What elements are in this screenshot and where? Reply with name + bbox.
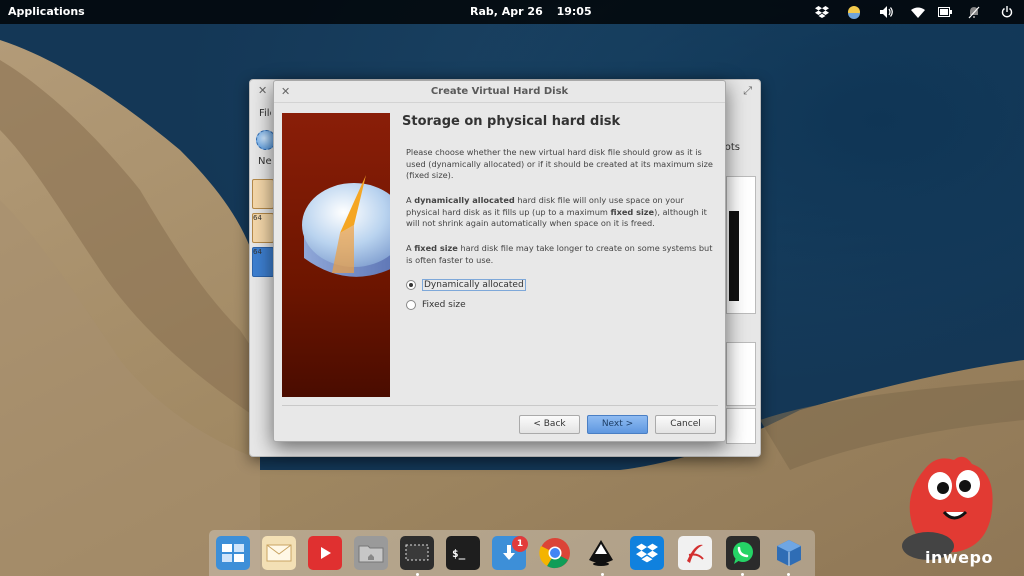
- next-button[interactable]: Next >: [587, 415, 648, 434]
- preview-screen: [729, 211, 739, 301]
- dropbox-icon[interactable]: [630, 536, 664, 570]
- wifi-icon[interactable]: [910, 4, 926, 20]
- battery-icon[interactable]: [937, 4, 953, 20]
- maximize-icon[interactable]: ⤢: [743, 84, 752, 98]
- inkscape-icon[interactable]: [584, 536, 618, 570]
- clock-time: 19:05: [556, 5, 592, 18]
- volume-icon[interactable]: [879, 4, 895, 20]
- chrome-icon[interactable]: [538, 536, 572, 570]
- applications-menu[interactable]: Applications: [8, 5, 85, 18]
- radio-fixed-size[interactable]: Fixed size: [406, 300, 466, 310]
- power-icon[interactable]: [999, 4, 1015, 20]
- vm-list-item[interactable]: [252, 179, 274, 209]
- whatsapp-icon[interactable]: [726, 536, 760, 570]
- radio-label[interactable]: Fixed size: [422, 300, 466, 310]
- wizard-disk-image: [282, 113, 390, 397]
- radio-label[interactable]: Dynamically allocated: [422, 279, 526, 291]
- description-paragraph: Please choose whether the new virtual ha…: [406, 147, 713, 181]
- terminal-label: $_: [452, 546, 466, 560]
- mail-icon[interactable]: [262, 536, 296, 570]
- pdf-reader-icon[interactable]: [678, 536, 712, 570]
- dialog-title: Create Virtual Hard Disk: [274, 81, 725, 103]
- back-button[interactable]: < Back: [519, 415, 580, 434]
- menu-file[interactable]: File: [259, 108, 271, 119]
- files-icon[interactable]: [354, 536, 388, 570]
- notifications-muted-icon[interactable]: [966, 4, 982, 20]
- preview-panel: [726, 176, 756, 314]
- details-panel: [726, 342, 756, 406]
- description-paragraph: A fixed size hard disk file may take lon…: [406, 243, 713, 265]
- top-panel: Applications Rab, Apr 26 19:05: [0, 0, 1024, 24]
- watermark-text: inwepo: [925, 548, 993, 567]
- create-virtual-hard-disk-dialog: Create Virtual Hard Disk ✕ Storage on ph…: [273, 80, 726, 442]
- screenshot-icon[interactable]: [400, 536, 434, 570]
- dropbox-icon[interactable]: [814, 4, 830, 20]
- new-vm-button[interactable]: New: [258, 156, 272, 167]
- youtube-icon[interactable]: [308, 536, 342, 570]
- weather-icon[interactable]: [846, 4, 862, 20]
- page-title: Storage on physical hard disk: [402, 114, 621, 129]
- close-icon[interactable]: ✕: [258, 84, 267, 97]
- radio-dynamically-allocated[interactable]: Dynamically allocated: [406, 279, 526, 291]
- terminal-icon[interactable]: $_: [446, 536, 480, 570]
- cancel-button[interactable]: Cancel: [655, 415, 716, 434]
- vm-list-item-selected[interactable]: 64: [252, 247, 274, 277]
- divider: [282, 405, 718, 406]
- clock-date: Rab, Apr 26: [470, 5, 543, 18]
- description-paragraph: A dynamically allocated hard disk file w…: [406, 195, 707, 229]
- radio-button[interactable]: [406, 300, 416, 310]
- download-count-badge: 1: [512, 536, 528, 552]
- vm-arch-badge: 64: [253, 214, 262, 222]
- close-icon[interactable]: ✕: [281, 85, 290, 98]
- vm-arch-badge: 64: [253, 248, 262, 256]
- multitasking-view-icon[interactable]: [216, 536, 250, 570]
- vm-list-item[interactable]: 64: [252, 213, 274, 243]
- virtualbox-icon[interactable]: [772, 536, 806, 570]
- details-panel: [726, 408, 756, 444]
- radio-button[interactable]: [406, 280, 416, 290]
- clock[interactable]: Rab, Apr 26 19:05: [470, 5, 592, 18]
